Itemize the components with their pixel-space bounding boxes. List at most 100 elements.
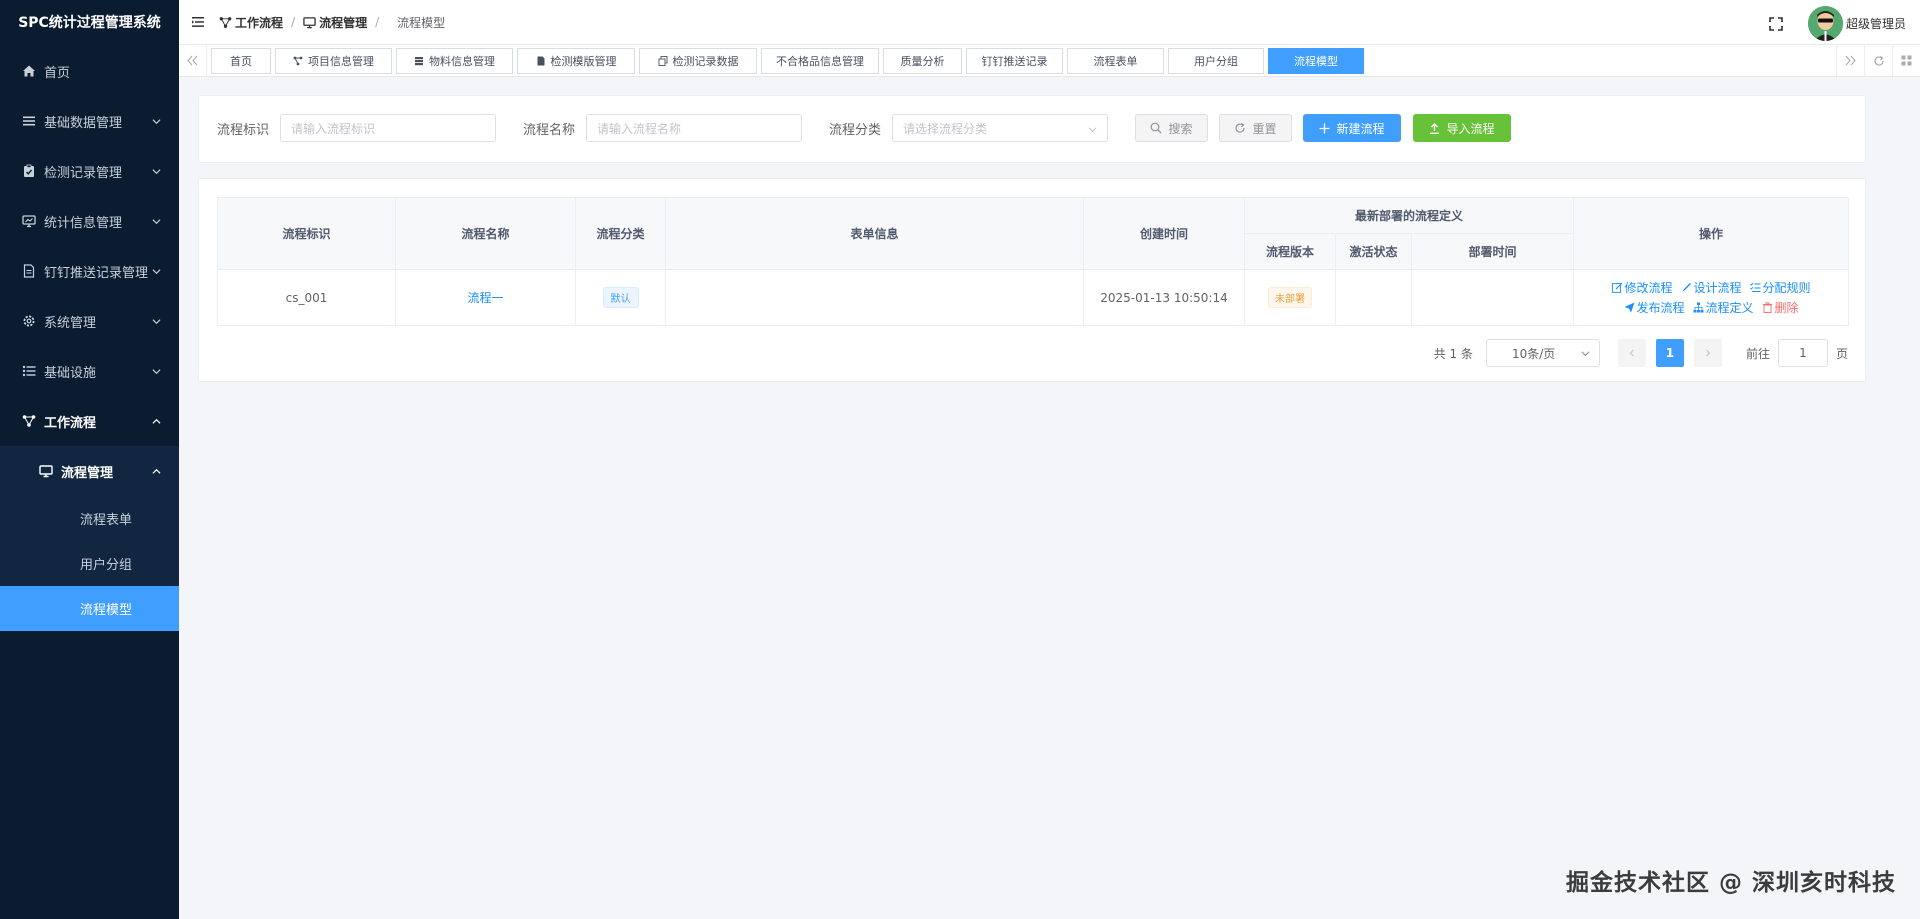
category-tag: 默认 xyxy=(602,287,639,308)
page-unit-label: 页 xyxy=(1835,346,1848,361)
chevron-down-icon xyxy=(152,169,161,175)
sidebar-item-basic-data[interactable]: 基础数据管理 xyxy=(0,96,179,146)
tab-user-group[interactable]: 用户分组 xyxy=(1168,47,1264,74)
breadcrumb-separator: / xyxy=(375,15,380,29)
edit-process-button[interactable]: 修改流程 xyxy=(1611,279,1673,296)
document-icon xyxy=(23,264,35,278)
next-page-button[interactable] xyxy=(1693,339,1722,367)
sidebar-item-dingtalk[interactable]: 钉钉推送记录管理 xyxy=(0,246,179,296)
process-definition-button[interactable]: 流程定义 xyxy=(1693,299,1754,316)
tags-scroll-left[interactable] xyxy=(179,45,207,76)
cell-name: 流程一 xyxy=(395,269,576,326)
new-process-button[interactable]: 新建流程 xyxy=(1303,114,1401,142)
breadcrumb-item[interactable]: 工作流程 xyxy=(219,14,283,31)
search-button[interactable]: 搜索 xyxy=(1135,114,1208,142)
tab-process-form[interactable]: 流程表单 xyxy=(1067,47,1164,74)
sidebar-item-user-group[interactable]: 用户分组 xyxy=(0,541,179,586)
cell-ops: 修改流程 设计流程 分配规则 发布流程 流程定义 删除 xyxy=(1573,269,1850,326)
sidebar-item-label: 流程表单 xyxy=(80,513,133,528)
brush-icon xyxy=(1681,283,1691,292)
tab-inspection-records[interactable]: 检测记录数据 xyxy=(639,47,757,74)
reset-button[interactable]: 重置 xyxy=(1219,114,1292,142)
op-label: 分配规则 xyxy=(1762,281,1811,295)
avatar[interactable] xyxy=(1807,6,1843,41)
search-category-field: 流程分类 请选择流程分类 xyxy=(829,114,1109,142)
tab-material-info[interactable]: 物料信息管理 xyxy=(396,47,513,74)
table-row: cs_001 流程一 默认 2025-01-13 10:50:14 未部署 修改… xyxy=(217,269,1850,326)
tags-controls xyxy=(1836,45,1920,76)
breadcrumb-label: 流程管理 xyxy=(319,15,368,30)
tags-refresh[interactable] xyxy=(1864,45,1892,76)
sidebar-item-system[interactable]: 系统管理 xyxy=(0,296,179,346)
col-ops: 操作 xyxy=(1573,197,1850,270)
search-category-select[interactable]: 请选择流程分类 xyxy=(892,114,1109,142)
search-category-label: 流程分类 xyxy=(829,122,882,138)
tags-menu[interactable] xyxy=(1892,45,1920,76)
goto-page-input[interactable]: 1 xyxy=(1777,339,1828,367)
sidebar-item-label: 流程模型 xyxy=(80,603,133,618)
tab-project-info[interactable]: 项目信息管理 xyxy=(275,47,392,74)
sidebar-item-statistics[interactable]: 统计信息管理 xyxy=(0,196,179,246)
page-size-select[interactable]: 10条/页 xyxy=(1485,339,1600,367)
refresh-icon xyxy=(1873,55,1884,66)
bullet-list-icon xyxy=(22,365,36,377)
op-label: 流程定义 xyxy=(1705,301,1754,315)
trash-icon xyxy=(1762,302,1772,313)
search-key-input[interactable]: 请输入流程标识 xyxy=(280,114,497,142)
tab-nonconforming[interactable]: 不合格品信息管理 xyxy=(761,47,879,74)
search-name-input[interactable]: 请输入流程名称 xyxy=(586,114,803,142)
assign-rules-button[interactable]: 分配规则 xyxy=(1749,279,1811,296)
sidebar-item-infrastructure[interactable]: 基础设施 xyxy=(0,346,179,396)
tab-dingtalk-records[interactable]: 钉钉推送记录 xyxy=(966,47,1063,74)
sidebar-item-process-model[interactable]: 流程模型 xyxy=(0,586,179,631)
col-category: 流程分类 xyxy=(575,197,666,270)
tab-label: 检测模版管理 xyxy=(550,54,617,68)
prev-page-button[interactable] xyxy=(1617,339,1646,367)
breadcrumb-item[interactable]: 流程管理 xyxy=(303,14,367,31)
tab-label: 钉钉推送记录 xyxy=(981,54,1048,68)
org-tree-icon xyxy=(1693,302,1704,313)
sidebar-item-label: 流程管理 xyxy=(61,465,114,481)
sidebar-item-label: 钉钉推送记录管理 xyxy=(44,265,149,281)
header-right: 超级管理员 xyxy=(1769,6,1906,41)
fullscreen-icon[interactable] xyxy=(1769,16,1783,31)
placeholder: 请输入流程标识 xyxy=(291,121,376,136)
cell-active xyxy=(1335,269,1412,326)
app-title: SPC统计过程管理系统 xyxy=(18,15,161,31)
sidebar-item-workflow[interactable]: 工作流程 xyxy=(0,396,179,446)
sidebar-item-process-management[interactable]: 流程管理 xyxy=(0,446,179,496)
send-icon xyxy=(1624,302,1634,313)
hamburger-icon[interactable] xyxy=(191,15,205,29)
sidebar-item-label: 基础数据管理 xyxy=(44,115,123,131)
user-name[interactable]: 超级管理员 xyxy=(1846,15,1906,32)
delete-button[interactable]: 删除 xyxy=(1762,299,1799,316)
cell-category: 默认 xyxy=(575,269,666,326)
sidebar-item-process-form[interactable]: 流程表单 xyxy=(0,496,179,541)
search-panel: 流程标识 请输入流程标识 流程名称 请输入流程名称 流程分类 请选择流程分类 搜… xyxy=(198,95,1866,163)
chevron-left-icon xyxy=(1629,349,1634,357)
tab-process-model[interactable]: 流程模型 xyxy=(1268,47,1364,74)
placeholder: 请输入流程名称 xyxy=(597,121,682,136)
import-process-button[interactable]: 导入流程 xyxy=(1413,114,1511,142)
chevron-down-icon xyxy=(152,219,161,225)
sidebar-item-label: 用户分组 xyxy=(80,558,133,573)
sidebar-item-home[interactable]: 首页 xyxy=(0,46,179,96)
process-name-link[interactable]: 流程一 xyxy=(467,291,503,305)
cell-created: 2025-01-13 10:50:14 xyxy=(1083,269,1245,326)
publish-process-button[interactable]: 发布流程 xyxy=(1624,299,1685,316)
tab-home[interactable]: 首页 xyxy=(211,47,271,74)
tags-scroll-right[interactable] xyxy=(1836,45,1864,76)
sidebar-item-inspection[interactable]: 检测记录管理 xyxy=(0,146,179,196)
upload-icon xyxy=(1430,122,1440,134)
monitor-icon xyxy=(39,465,53,478)
page-number-current[interactable]: 1 xyxy=(1655,339,1684,367)
col-version: 流程版本 xyxy=(1244,233,1336,270)
sidebar-item-label: 首页 xyxy=(44,65,71,81)
tab-inspection-template[interactable]: 检测模版管理 xyxy=(517,47,635,74)
placeholder: 请选择流程分类 xyxy=(903,121,988,136)
home-icon xyxy=(23,65,35,77)
design-process-button[interactable]: 设计流程 xyxy=(1681,279,1742,296)
cell-form xyxy=(665,269,1084,326)
tab-quality-analysis[interactable]: 质量分析 xyxy=(883,47,962,74)
cell-deploy-time xyxy=(1410,269,1575,326)
